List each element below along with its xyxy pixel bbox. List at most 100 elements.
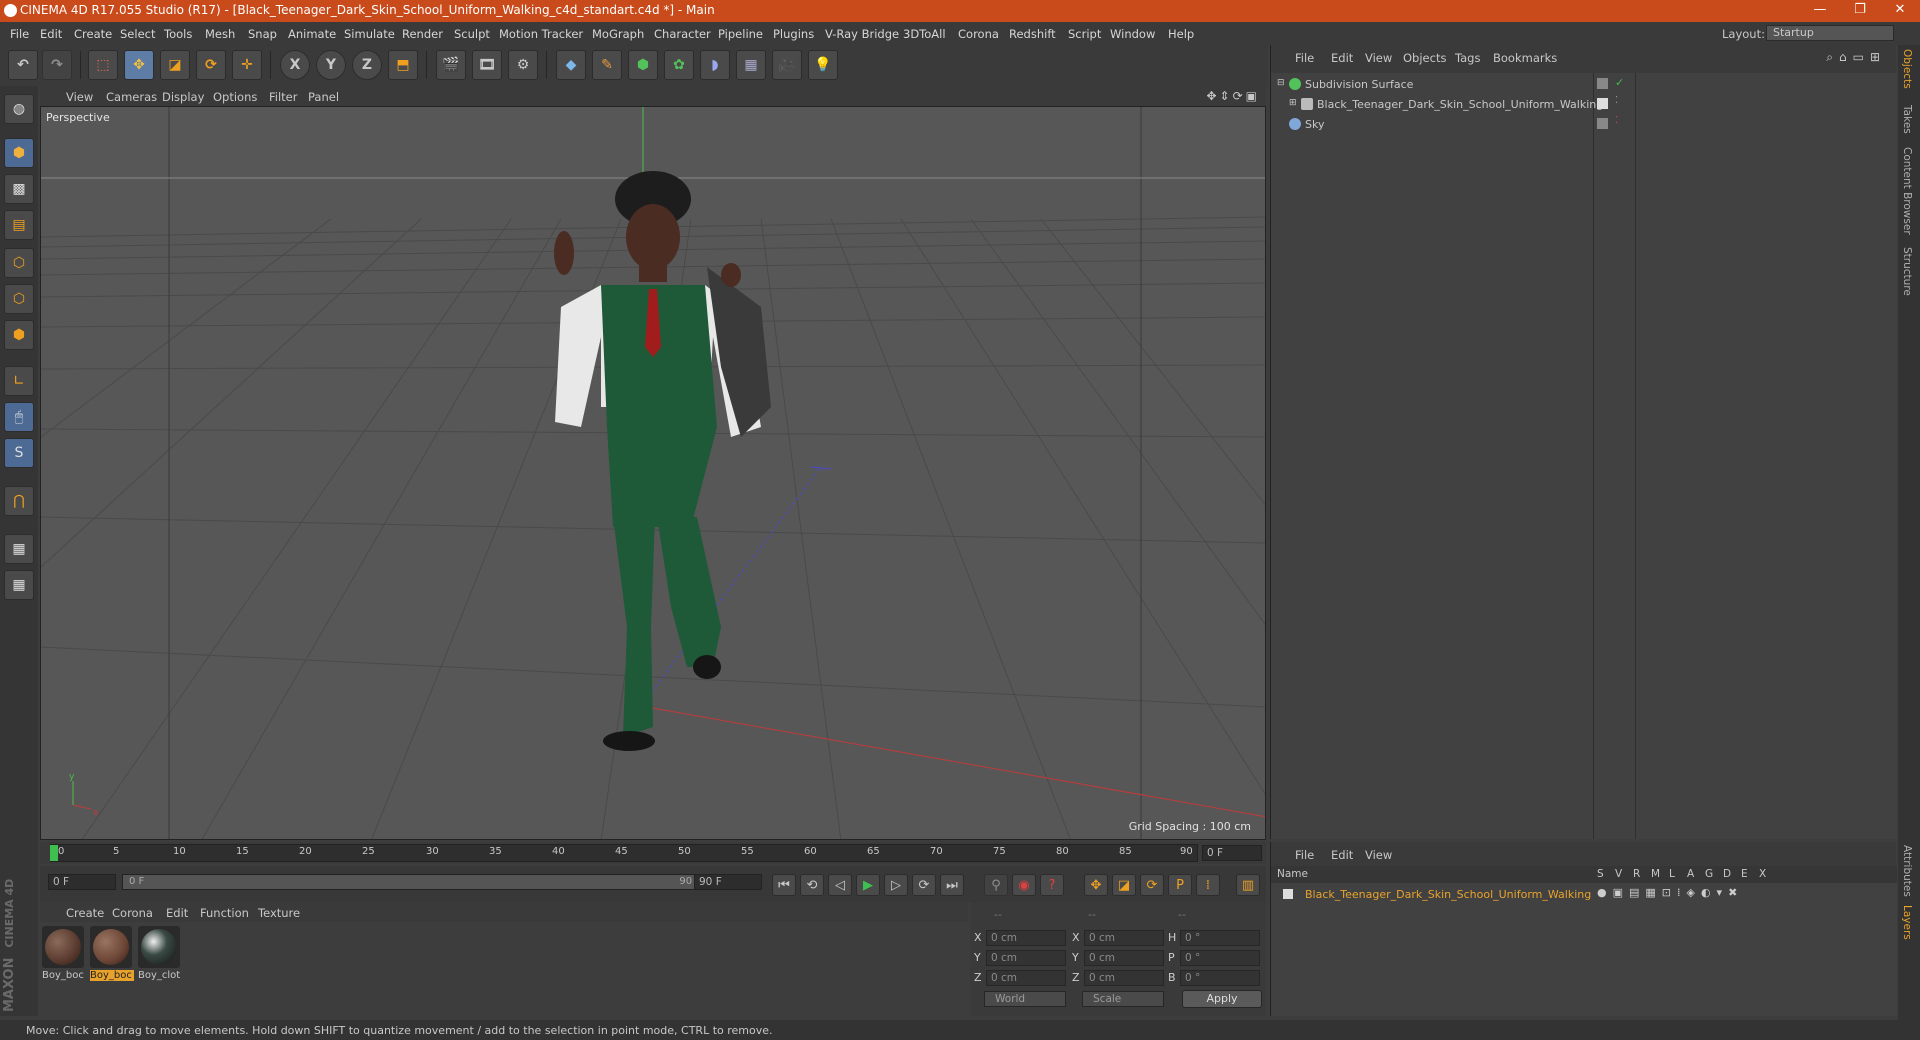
menu-file[interactable]: File <box>10 27 29 41</box>
layer-color-icon[interactable] <box>1597 98 1608 109</box>
material-menu-create[interactable]: Create <box>66 906 104 920</box>
position-z-field[interactable]: 0 cm <box>986 970 1066 986</box>
redo-icon[interactable]: ↷ <box>42 50 72 80</box>
play-icon[interactable]: ▶ <box>856 874 880 896</box>
workplane-mode-icon[interactable]: ▤ <box>4 210 34 240</box>
layer-row[interactable]: Black_Teenager_Dark_Skin_School_Uniform_… <box>1271 885 1897 904</box>
undo-icon[interactable]: ↶ <box>8 50 38 80</box>
object-menu-edit[interactable]: Edit <box>1331 51 1353 65</box>
menu-character[interactable]: Character <box>654 27 711 41</box>
menu-simulate[interactable]: Simulate <box>344 27 395 41</box>
tab-takes[interactable]: Takes <box>1901 105 1913 134</box>
size-z-field[interactable]: 0 cm <box>1084 970 1164 986</box>
layer-color-icon[interactable] <box>1597 118 1608 129</box>
render-view-icon[interactable]: 🎬 <box>436 50 466 80</box>
menu-create[interactable]: Create <box>74 27 112 41</box>
size-mode-dropdown[interactable]: Scale <box>1082 991 1164 1007</box>
menu-mesh[interactable]: Mesh <box>205 27 235 41</box>
rotation-h-field[interactable]: 0 ° <box>1180 930 1260 946</box>
tab-attributes[interactable]: Attributes <box>1901 845 1913 897</box>
end-frame-field[interactable]: 90 F <box>694 874 762 890</box>
layer-color-icon[interactable] <box>1283 889 1293 899</box>
goto-end-icon[interactable]: ⏭ <box>940 874 964 896</box>
light-object-icon[interactable]: 💡 <box>808 50 838 80</box>
coordinate-mode-dropdown[interactable]: World <box>984 991 1066 1007</box>
menu-vray-bridge[interactable]: V-Ray Bridge <box>825 27 899 41</box>
autokey-icon[interactable]: ? <box>1040 874 1064 896</box>
transform-tool-icon[interactable]: ✛ <box>232 50 262 80</box>
mograph-cloner-icon[interactable]: ✿ <box>664 50 694 80</box>
menu-sculpt[interactable]: Sculpt <box>454 27 490 41</box>
edges-mode-icon[interactable]: ⬡ <box>4 284 34 314</box>
object-menu-tags[interactable]: Tags <box>1455 51 1480 65</box>
viewport-menu-view[interactable]: View <box>66 90 93 104</box>
floor-object-icon[interactable]: ▦ <box>736 50 766 80</box>
rotation-b-field[interactable]: 0 ° <box>1180 970 1260 986</box>
layer-menu-view[interactable]: View <box>1365 848 1392 862</box>
start-frame-field[interactable]: 0 F <box>48 874 116 890</box>
layer-menu-file[interactable]: File <box>1295 848 1314 862</box>
material-menu-edit[interactable]: Edit <box>166 906 188 920</box>
object-row[interactable]: ⊟ Subdivision Surface ✓ <box>1271 75 1897 94</box>
viewport-navigation-icons[interactable]: ✥⇕⟳▣ <box>1206 89 1260 103</box>
workplane-lock-icon[interactable]: ▦ <box>4 534 34 564</box>
axis-mode-icon[interactable]: ∟ <box>4 366 34 396</box>
3d-viewport[interactable]: y x Perspective Grid Spacing : 100 cm <box>40 106 1266 840</box>
prev-frame-icon[interactable]: ◁ <box>828 874 852 896</box>
menu-render[interactable]: Render <box>402 27 443 41</box>
size-y-field[interactable]: 0 cm <box>1084 950 1164 966</box>
live-selection-icon[interactable]: ⬚ <box>88 50 118 80</box>
viewport-menu-cameras[interactable]: Cameras <box>106 90 157 104</box>
pen-spline-icon[interactable]: ✎ <box>592 50 622 80</box>
key-parameter-icon[interactable]: P <box>1168 874 1192 896</box>
menu-motion-tracker[interactable]: Motion Tracker <box>499 27 583 41</box>
object-menu-objects[interactable]: Objects <box>1403 51 1446 65</box>
tab-objects[interactable]: Objects <box>1901 49 1913 89</box>
object-row[interactable]: ⊞ Black_Teenager_Dark_Skin_School_Unifor… <box>1271 95 1897 114</box>
viewport-menu-options[interactable]: Options <box>213 90 257 104</box>
current-frame-field[interactable]: 0 F <box>1202 845 1262 861</box>
object-menu-file[interactable]: File <box>1295 51 1314 65</box>
menu-select[interactable]: Select <box>120 27 155 41</box>
object-menu-bookmarks[interactable]: Bookmarks <box>1493 51 1557 65</box>
visibility-dots-icon[interactable]: ⁚ <box>1615 95 1618 106</box>
menu-mograph[interactable]: MoGraph <box>592 27 644 41</box>
model-mode-icon[interactable]: ⬢ <box>4 138 34 168</box>
apply-button[interactable]: Apply <box>1182 990 1262 1008</box>
tab-content-browser[interactable]: Content Browser <box>1901 147 1913 235</box>
tab-layers[interactable]: Layers <box>1901 905 1913 940</box>
menu-corona[interactable]: Corona <box>958 27 999 41</box>
deformer-icon[interactable]: ◗ <box>700 50 730 80</box>
size-x-field[interactable]: 0 cm <box>1084 930 1164 946</box>
tweak-mode-icon[interactable]: 🖱 <box>4 402 34 432</box>
cube-object-icon[interactable]: ◆ <box>556 50 586 80</box>
subdivision-surface-icon[interactable]: ⬢ <box>628 50 658 80</box>
menu-animate[interactable]: Animate <box>288 27 336 41</box>
viewport-menu-display[interactable]: Display <box>162 90 204 104</box>
z-axis-lock-button[interactable]: Z <box>352 50 382 80</box>
material-swatch[interactable]: Boy_clot <box>138 926 182 981</box>
goto-start-icon[interactable]: ⏮ <box>772 874 796 896</box>
key-pla-icon[interactable]: ⁞ <box>1196 874 1220 896</box>
locked-workplane-icon[interactable]: ▦ <box>4 570 34 600</box>
position-x-field[interactable]: 0 cm <box>986 930 1066 946</box>
rotate-tool-icon[interactable]: ⟳ <box>196 50 226 80</box>
menu-3dtoall[interactable]: 3DToAll <box>903 27 946 41</box>
material-menu-corona[interactable]: Corona <box>112 906 153 920</box>
menu-window[interactable]: Window <box>1110 27 1155 41</box>
menu-plugins[interactable]: Plugins <box>773 27 814 41</box>
viewport-menu-filter[interactable]: Filter <box>269 90 297 104</box>
material-swatch-selected[interactable]: Boy_boc <box>90 926 134 981</box>
position-y-field[interactable]: 0 cm <box>986 950 1066 966</box>
menu-redshift[interactable]: Redshift <box>1009 27 1056 41</box>
menu-snap[interactable]: Snap <box>248 27 277 41</box>
enabled-check-icon[interactable]: ✓ <box>1615 76 1624 89</box>
camera-label[interactable]: Perspective <box>46 111 110 124</box>
render-picture-viewer-icon[interactable]: 🎞 <box>472 50 502 80</box>
timeline-ruler[interactable]: 0 5 10 15 20 25 30 35 40 45 50 55 60 65 … <box>40 842 1266 864</box>
rotation-p-field[interactable]: 0 ° <box>1180 950 1260 966</box>
layer-toggle-icons[interactable]: ●▣▤▦⊡⁞◈◐▾✖ <box>1597 886 1743 899</box>
tab-structure[interactable]: Structure <box>1901 247 1913 296</box>
texture-mode-icon[interactable]: ▩ <box>4 174 34 204</box>
move-tool-icon[interactable]: ✥ <box>124 50 154 80</box>
